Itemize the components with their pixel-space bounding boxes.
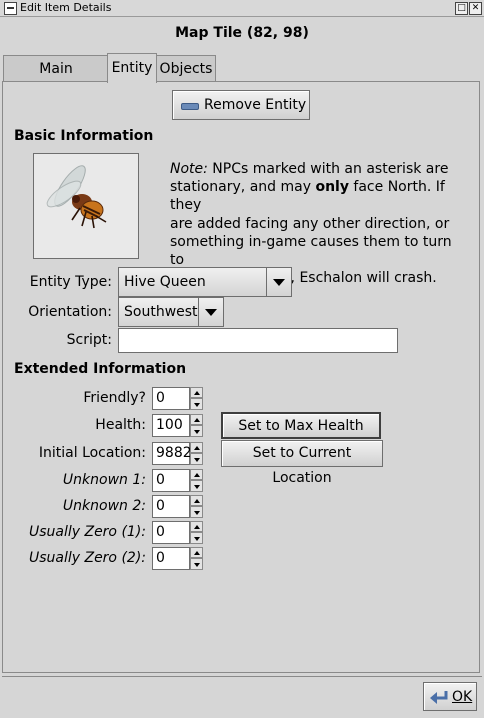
basic-information-heading: Basic Information [14,128,154,144]
orientation-value: Southwest [124,304,198,320]
friendly-label: Friendly? [83,390,146,406]
spin-down-icon[interactable] [190,532,203,544]
usually-zero-2-value[interactable]: 0 [152,547,190,570]
unknown-2-label: Unknown 2: [62,498,146,514]
health-label: Health: [95,417,146,433]
note-line-4: something in-game causes them to turn to [170,233,452,269]
entity-type-value: Hive Queen [124,274,206,290]
spin-down-icon[interactable] [190,398,203,410]
health-spinner[interactable]: 100 [152,414,204,437]
spin-down-icon[interactable] [190,453,203,465]
note-line-1: NPCs marked with an asterisk are [207,161,449,177]
initial-location-label: Initial Location: [38,445,146,461]
minus-icon [181,103,199,110]
spin-up-icon[interactable] [190,521,203,532]
spin-up-icon[interactable] [190,442,203,453]
spin-down-icon[interactable] [190,425,203,437]
note-line-2-bold: only [315,179,349,196]
window-menu-icon[interactable] [4,2,17,15]
orientation-select[interactable]: Southwest [118,297,224,327]
ok-label: OK [452,689,473,705]
spin-down-icon[interactable] [190,506,203,518]
usually-zero-2-spinner[interactable]: 0 [152,547,204,570]
unknown-2-value[interactable]: 0 [152,495,190,518]
close-icon[interactable]: ✕ [469,2,482,15]
extended-information-heading: Extended Information [14,361,187,377]
set-current-location-button[interactable]: Set to Current Location [221,440,383,486]
bottom-divider [2,676,482,677]
note-line-3: are added facing any other direction, or [170,215,450,232]
tab-objects[interactable]: Objects [156,55,216,82]
initial-location-spinner[interactable]: 9882 [152,442,204,465]
spin-up-icon[interactable] [190,387,203,398]
unknown-1-spinner[interactable]: 0 [152,469,204,492]
note-label: Note: [170,161,208,177]
script-label: Script: [66,332,112,348]
return-arrow-icon [430,691,448,704]
spin-up-icon[interactable] [190,469,203,480]
usually-zero-1-spinner[interactable]: 0 [152,521,204,544]
maximize-icon[interactable]: □ [455,2,468,15]
chevron-down-icon [198,298,223,326]
set-max-health-button[interactable]: Set to Max Health (100) [221,412,381,459]
friendly-spinner[interactable]: 0 [152,387,204,410]
unknown-1-value[interactable]: 0 [152,469,190,492]
note-line-2a: stationary, and may [170,179,316,196]
spin-up-icon[interactable] [190,495,203,506]
unknown-2-spinner[interactable]: 0 [152,495,204,518]
chevron-down-icon [266,268,291,296]
initial-location-value[interactable]: 9882 [152,442,192,465]
usually-zero-1-value[interactable]: 0 [152,521,190,544]
entity-portrait [33,153,139,259]
health-value[interactable]: 100 [152,414,190,437]
remove-entity-label: Remove Entity [204,97,307,113]
ok-button[interactable]: OK [423,682,477,711]
remove-entity-button[interactable]: Remove Entity [172,90,310,120]
entity-type-select[interactable]: Hive Queen [118,267,292,297]
hive-queen-image [46,165,107,229]
spin-up-icon[interactable] [190,414,203,425]
page-title: Map Tile (82, 98) [175,25,309,41]
spin-up-icon[interactable] [190,547,203,558]
entity-type-label: Entity Type: [29,274,112,290]
tab-entity[interactable]: Entity [107,53,157,83]
unknown-1-label: Unknown 1: [62,472,146,488]
script-input[interactable] [118,328,398,353]
tab-main-attributes[interactable]: Main Attributes [3,55,109,103]
spin-down-icon[interactable] [190,480,203,492]
usually-zero-2-label: Usually Zero (2): [28,550,146,566]
orientation-label: Orientation: [28,304,112,320]
friendly-value[interactable]: 0 [152,387,190,410]
usually-zero-1-label: Usually Zero (1): [28,524,146,540]
window-title: Edit Item Details [20,1,112,14]
spin-down-icon[interactable] [190,558,203,570]
title-bar: Edit Item Details □ ✕ [0,0,484,17]
